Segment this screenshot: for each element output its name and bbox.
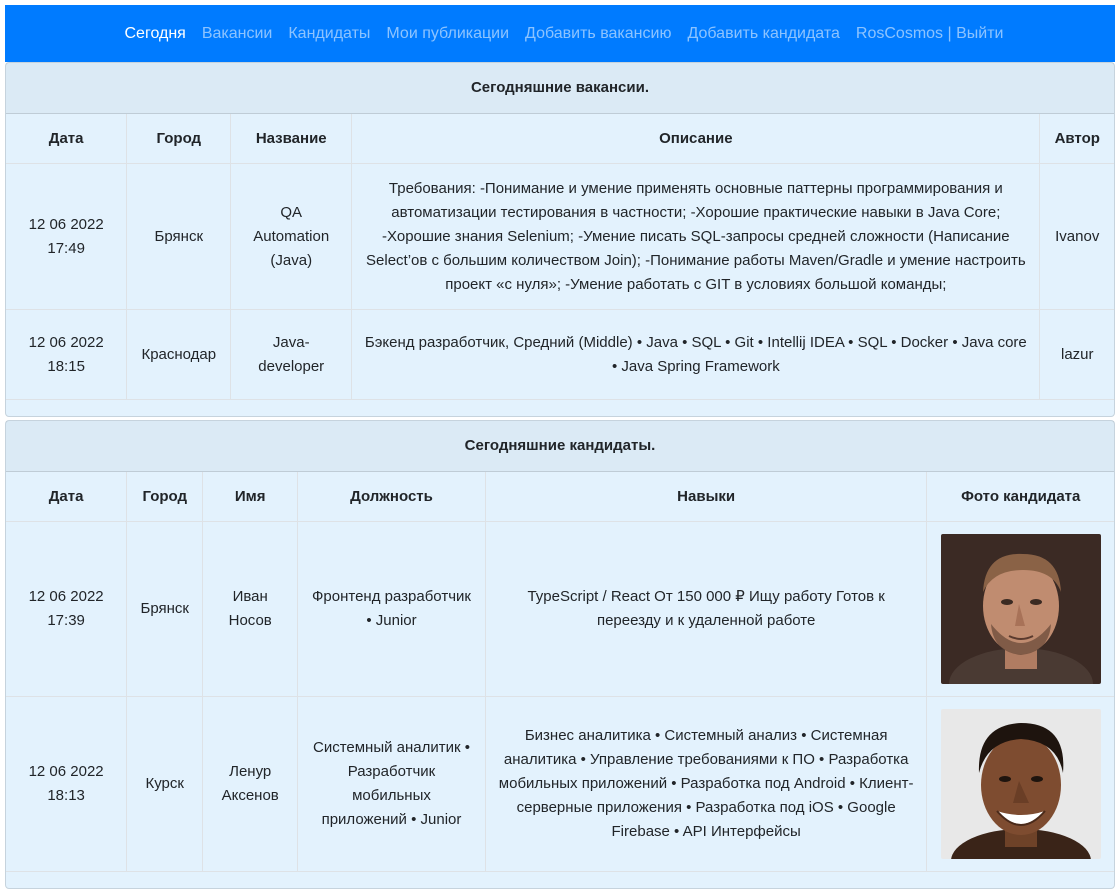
vacancy-description: Требования: -Понимание и умение применят… [351,163,1041,310]
table-row: 12 06 2022 17:49 Брянск QA Automation (Ja… [6,163,1114,310]
candidates-header-position: Должность [297,472,486,522]
nav-logout-link[interactable]: Выйти [956,25,1003,42]
candidate-date: 12 06 2022 17:39 [6,521,128,697]
candidates-header-photo: Фото кандидата [926,472,1114,522]
vacancies-card-title: Сегодняшние вакансии. [6,63,1114,114]
candidates-header-city: Город [126,472,204,522]
candidate-skills: Бизнес аналитика • Системный анализ • Си… [484,696,928,872]
table-row: 12 06 2022 17:39 Брянск Иван Носов Фронтен… [6,521,1114,697]
vacancy-author: lazur [1039,309,1114,400]
vacancy-name: Java-developer [230,309,353,400]
candidate-photo-cell [926,521,1114,697]
candidate-city: Брянск [126,521,204,697]
candidates-table: Дата Город Имя Должность Навыки Фото кан… [6,472,1114,872]
candidate-photo-cell [926,696,1114,872]
candidates-header-name: Имя [202,472,299,522]
vacancies-header-author: Автор [1039,114,1114,164]
nav-user: RosCosmos | Выйти [856,25,1004,43]
candidate-name: Ленур Аксенов [202,696,299,872]
vacancy-name: QA Automation (Java) [230,163,353,310]
vacancies-card: Сегодняшние вакансии. Дата Город Названи… [5,62,1115,417]
vacancy-author: Ivanov [1039,163,1114,310]
candidate-skills: TypeScript / React От 150 000 ₽ Ищу рабо… [484,521,928,697]
candidates-card-footer [6,872,1114,888]
nav-add-vacancy[interactable]: Добавить вакансию [525,25,671,43]
nav-my-publications[interactable]: Мои публикации [386,25,509,43]
nav-user-name[interactable]: RosCosmos [856,25,943,42]
vacancy-description: Бэкенд разработчик, Средний (Middle) • J… [351,309,1041,400]
candidates-header-skills: Навыки [484,472,928,522]
vacancies-header-date: Дата [6,114,128,164]
candidate-photo-2 [940,709,1101,859]
vacancies-header-name: Название [230,114,353,164]
candidates-card: Сегодняшние кандидаты. Дата Город Имя До… [5,420,1115,889]
candidate-city: Курск [126,696,204,872]
candidates-header-date: Дата [6,472,128,522]
vacancies-table: Дата Город Название Описание Автор 12 06… [6,114,1114,400]
table-row: 12 06 2022 18:15 Краснодар Java-developer… [6,309,1114,400]
vacancies-header-city: Город [126,114,232,164]
candidate-position: Фронтенд разработчик • Junior [297,521,486,697]
table-row: 12 06 2022 18:13 Курск Ленур Аксенов Систе… [6,696,1114,872]
candidate-name: Иван Носов [202,521,299,697]
vacancy-date: 12 06 2022 17:49 [6,163,128,310]
vacancy-date: 12 06 2022 18:15 [6,309,128,400]
nav-today[interactable]: Сегодня [125,25,186,43]
vacancy-city: Краснодар [126,309,232,400]
nav-candidates[interactable]: Кандидаты [288,25,370,43]
nav-vacancies[interactable]: Вакансии [202,25,273,43]
vacancies-header-description: Описание [351,114,1041,164]
candidate-date: 12 06 2022 18:13 [6,696,128,872]
top-navbar: Сегодня Вакансии Кандидаты Мои публикаци… [5,5,1115,62]
candidates-card-title: Сегодняшние кандидаты. [6,421,1114,472]
nav-separator: | [947,24,952,42]
candidate-photo-1 [940,534,1101,684]
nav-add-candidate[interactable]: Добавить кандидата [687,25,839,43]
vacancies-card-footer [6,400,1114,416]
candidate-position: Системный аналитик • Разработчик мобильн… [297,696,486,872]
vacancy-city: Брянск [126,163,232,310]
